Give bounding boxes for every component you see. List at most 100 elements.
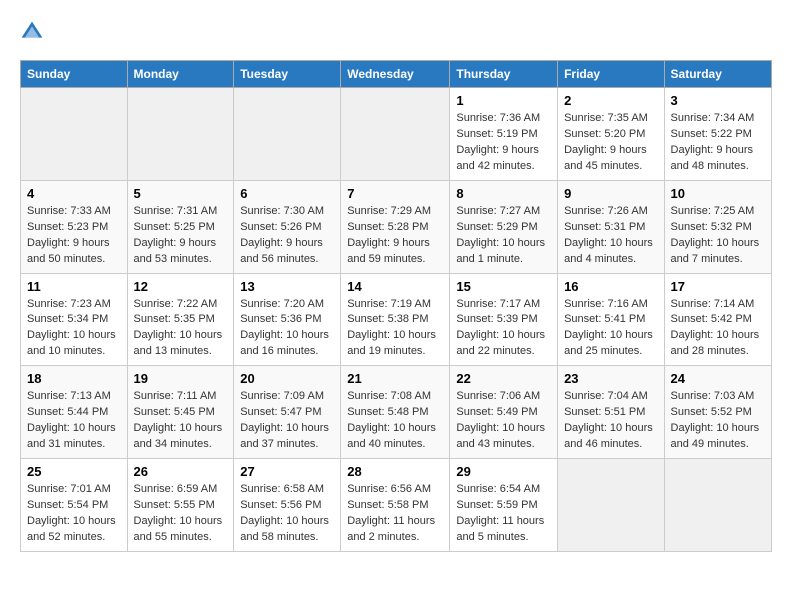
day-cell: 19 Sunrise: 7:11 AMSunset: 5:45 PMDayligh… [127,366,234,459]
day-cell: 26Sunrise: 6:59 AMSunset: 5:55 PMDayligh… [127,459,234,552]
day-number: 28 [347,464,443,479]
day-cell: 25 Sunrise: 7:01 AMSunset: 5:54 PMDayligh… [21,459,128,552]
day-cell: 21 Sunrise: 7:08 AMSunset: 5:48 PMDayligh… [341,366,450,459]
day-number: 15 [456,279,551,294]
day-info: Sunrise: 7:23 AMSunset: 5:34 PMDaylight:… [27,297,121,361]
day-number: 6 [240,186,334,201]
day-info: Sunrise: 6:58 AMSunset: 5:56 PMDaylight:… [240,482,334,546]
day-cell: 7Sunrise: 7:29 AMSunset: 5:28 PMDaylight… [341,180,450,273]
day-cell: 14 Sunrise: 7:19 AMSunset: 5:38 PMDayligh… [341,273,450,366]
day-cell: 1 Sunrise: 7:36 AMSunset: 5:19 PMDaylight… [450,88,558,181]
day-number: 29 [456,464,551,479]
day-cell: 23 Sunrise: 7:04 AMSunset: 5:51 PMDayligh… [558,366,664,459]
day-info: Sunrise: 7:25 AMSunset: 5:32 PMDaylight:… [671,204,765,268]
day-cell [21,88,128,181]
day-header-saturday: Saturday [664,61,771,88]
day-number: 25 [27,464,121,479]
day-number: 8 [456,186,551,201]
day-number: 3 [671,93,765,108]
week-row: 4Sunrise: 7:33 AMSunset: 5:23 PMDaylight… [21,180,772,273]
day-info: Sunrise: 7:08 AMSunset: 5:48 PMDaylight:… [347,389,443,453]
day-cell: 9Sunrise: 7:26 AMSunset: 5:31 PMDaylight… [558,180,664,273]
day-number: 10 [671,186,765,201]
day-number: 27 [240,464,334,479]
day-cell: 18 Sunrise: 7:13 AMSunset: 5:44 PMDayligh… [21,366,128,459]
page-header [20,20,772,44]
day-info: Sunrise: 6:56 AMSunset: 5:58 PMDaylight:… [347,482,443,546]
day-number: 13 [240,279,334,294]
day-number: 5 [134,186,228,201]
week-row: 18 Sunrise: 7:13 AMSunset: 5:44 PMDayligh… [21,366,772,459]
day-number: 1 [456,93,551,108]
day-cell: 16 Sunrise: 7:16 AMSunset: 5:41 PMDayligh… [558,273,664,366]
day-info: Sunrise: 7:01 AMSunset: 5:54 PMDaylight:… [27,482,121,546]
week-row: 25 Sunrise: 7:01 AMSunset: 5:54 PMDayligh… [21,459,772,552]
day-cell: 22Sunrise: 7:06 AMSunset: 5:49 PMDayligh… [450,366,558,459]
day-cell [558,459,664,552]
day-info: Sunrise: 7:36 AMSunset: 5:19 PMDaylight:… [456,111,551,175]
day-number: 23 [564,371,657,386]
week-row: 11 Sunrise: 7:23 AMSunset: 5:34 PMDayligh… [21,273,772,366]
day-cell: 8 Sunrise: 7:27 AMSunset: 5:29 PMDaylight… [450,180,558,273]
day-header-tuesday: Tuesday [234,61,341,88]
day-info: Sunrise: 7:11 AMSunset: 5:45 PMDaylight:… [134,389,228,453]
day-cell: 24 Sunrise: 7:03 AMSunset: 5:52 PMDayligh… [664,366,771,459]
day-cell: 20 Sunrise: 7:09 AMSunset: 5:47 PMDayligh… [234,366,341,459]
day-header-thursday: Thursday [450,61,558,88]
day-info: Sunrise: 7:04 AMSunset: 5:51 PMDaylight:… [564,389,657,453]
day-info: Sunrise: 6:54 AMSunset: 5:59 PMDaylight:… [456,482,551,546]
day-number: 21 [347,371,443,386]
day-cell [234,88,341,181]
day-info: Sunrise: 7:19 AMSunset: 5:38 PMDaylight:… [347,297,443,361]
day-info: Sunrise: 7:03 AMSunset: 5:52 PMDaylight:… [671,389,765,453]
logo-icon [20,20,44,44]
day-info: Sunrise: 7:35 AMSunset: 5:20 PMDaylight:… [564,111,657,175]
day-info: Sunrise: 7:34 AMSunset: 5:22 PMDaylight:… [671,111,765,175]
week-row: 1 Sunrise: 7:36 AMSunset: 5:19 PMDaylight… [21,88,772,181]
day-cell: 15 Sunrise: 7:17 AMSunset: 5:39 PMDayligh… [450,273,558,366]
day-number: 20 [240,371,334,386]
day-header-sunday: Sunday [21,61,128,88]
day-cell: 27 Sunrise: 6:58 AMSunset: 5:56 PMDayligh… [234,459,341,552]
day-number: 24 [671,371,765,386]
day-number: 19 [134,371,228,386]
day-info: Sunrise: 7:20 AMSunset: 5:36 PMDaylight:… [240,297,334,361]
day-number: 11 [27,279,121,294]
day-info: Sunrise: 7:17 AMSunset: 5:39 PMDaylight:… [456,297,551,361]
day-cell: 17 Sunrise: 7:14 AMSunset: 5:42 PMDayligh… [664,273,771,366]
day-cell: 13 Sunrise: 7:20 AMSunset: 5:36 PMDayligh… [234,273,341,366]
day-info: Sunrise: 7:26 AMSunset: 5:31 PMDaylight:… [564,204,657,268]
calendar-table: SundayMondayTuesdayWednesdayThursdayFrid… [20,60,772,552]
day-number: 14 [347,279,443,294]
day-info: Sunrise: 7:22 AMSunset: 5:35 PMDaylight:… [134,297,228,361]
header-row: SundayMondayTuesdayWednesdayThursdayFrid… [21,61,772,88]
day-cell: 5 Sunrise: 7:31 AMSunset: 5:25 PMDaylight… [127,180,234,273]
day-header-friday: Friday [558,61,664,88]
day-cell [341,88,450,181]
day-info: Sunrise: 7:31 AMSunset: 5:25 PMDaylight:… [134,204,228,268]
day-number: 17 [671,279,765,294]
day-header-monday: Monday [127,61,234,88]
day-cell: 3 Sunrise: 7:34 AMSunset: 5:22 PMDaylight… [664,88,771,181]
day-info: Sunrise: 7:14 AMSunset: 5:42 PMDaylight:… [671,297,765,361]
day-info: Sunrise: 7:09 AMSunset: 5:47 PMDaylight:… [240,389,334,453]
day-info: Sunrise: 7:16 AMSunset: 5:41 PMDaylight:… [564,297,657,361]
day-info: Sunrise: 7:27 AMSunset: 5:29 PMDaylight:… [456,204,551,268]
day-info: Sunrise: 6:59 AMSunset: 5:55 PMDaylight:… [134,482,228,546]
day-cell: 4Sunrise: 7:33 AMSunset: 5:23 PMDaylight… [21,180,128,273]
day-number: 16 [564,279,657,294]
day-cell: 11 Sunrise: 7:23 AMSunset: 5:34 PMDayligh… [21,273,128,366]
logo [20,20,48,44]
day-number: 12 [134,279,228,294]
day-cell [127,88,234,181]
day-cell: 6Sunrise: 7:30 AMSunset: 5:26 PMDaylight… [234,180,341,273]
day-number: 4 [27,186,121,201]
day-cell: 29 Sunrise: 6:54 AMSunset: 5:59 PMDayligh… [450,459,558,552]
day-number: 18 [27,371,121,386]
day-cell: 10 Sunrise: 7:25 AMSunset: 5:32 PMDayligh… [664,180,771,273]
day-info: Sunrise: 7:13 AMSunset: 5:44 PMDaylight:… [27,389,121,453]
day-number: 22 [456,371,551,386]
day-number: 7 [347,186,443,201]
day-header-wednesday: Wednesday [341,61,450,88]
day-cell: 28 Sunrise: 6:56 AMSunset: 5:58 PMDayligh… [341,459,450,552]
